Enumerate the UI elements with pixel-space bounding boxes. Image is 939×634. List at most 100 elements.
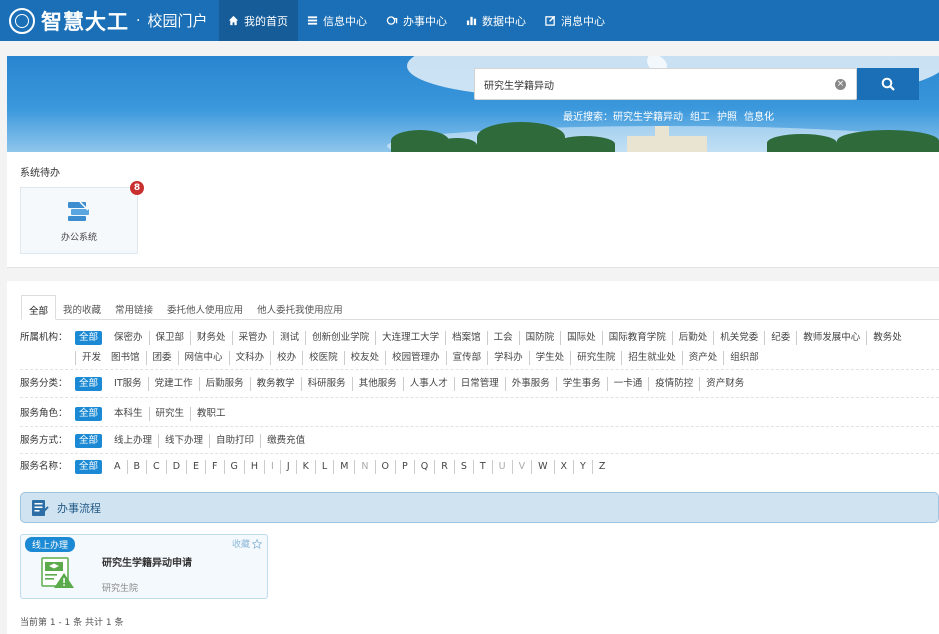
filter-name-option[interactable]: M: [333, 460, 354, 474]
filter-name-option[interactable]: Z: [591, 460, 612, 474]
filter-org-option[interactable]: 测试: [273, 331, 305, 345]
filter-mode-option[interactable]: 自助打印: [209, 434, 260, 448]
recent-search-item[interactable]: 组工: [690, 108, 710, 123]
filter-name-option[interactable]: T: [472, 460, 492, 474]
filter-org-option[interactable]: 大连理工大学: [375, 331, 445, 345]
filter-category-option[interactable]: 日常管理: [453, 377, 505, 391]
filter-org-option[interactable]: 教务处: [866, 331, 908, 345]
filter-org-option[interactable]: 宣传部: [445, 351, 488, 365]
filter-org-option[interactable]: 网信中心: [177, 351, 229, 365]
filter-name-option[interactable]: C: [146, 460, 166, 474]
filter-name-option[interactable]: J: [279, 460, 296, 474]
filter-org-option[interactable]: 图书馆: [107, 351, 146, 365]
filter-org-option[interactable]: 校园管理办: [385, 351, 446, 365]
nav-home[interactable]: 我的首页: [219, 0, 298, 41]
nav-message-center[interactable]: 消息中心: [536, 0, 615, 41]
nav-data-center[interactable]: 数据中心: [457, 0, 536, 41]
filter-org-option[interactable]: 后勤处: [671, 331, 714, 345]
filter-name-option[interactable]: H: [243, 460, 264, 474]
filter-org-option[interactable]: 校办: [270, 351, 302, 365]
logo[interactable]: 智慧大工 · 校园门户: [0, 0, 219, 41]
filter-category-option[interactable]: 学生事务: [555, 377, 607, 391]
filter-mode-option[interactable]: 缴费充值: [260, 434, 311, 448]
nav-info-center[interactable]: 信息中心: [298, 0, 377, 41]
filter-name-option[interactable]: A: [108, 460, 127, 474]
favorite-button[interactable]: 收藏: [232, 537, 262, 550]
filter-org-option[interactable]: 保密办: [108, 331, 149, 345]
filter-name-option[interactable]: R: [434, 460, 454, 474]
filter-name-option[interactable]: I: [264, 460, 280, 474]
filter-name-option[interactable]: 全部: [75, 460, 103, 474]
filter-category-option[interactable]: 资产财务: [699, 377, 750, 391]
filter-org-option[interactable]: 国防院: [518, 331, 561, 345]
filter-org-option[interactable]: 全部: [75, 331, 103, 345]
office-system-card[interactable]: 办公系统 8: [20, 181, 144, 254]
filter-org-option[interactable]: 国际教育学院: [601, 331, 672, 345]
filter-category-option[interactable]: IT服务: [108, 377, 148, 391]
filter-name-option[interactable]: D: [165, 460, 186, 474]
filter-org-option[interactable]: 校医院: [302, 351, 344, 365]
filter-role-option[interactable]: 全部: [75, 407, 103, 421]
filter-category-option[interactable]: 外事服务: [504, 377, 556, 391]
filter-org-option[interactable]: 教师发展中心: [796, 331, 866, 345]
filter-org-option[interactable]: 档案馆: [445, 331, 487, 345]
filter-name-option[interactable]: E: [186, 460, 205, 474]
filter-name-option[interactable]: L: [314, 460, 333, 474]
process-card[interactable]: 线上办理 收藏 研究生学籍异动申请 研究生院: [20, 534, 268, 599]
search-input[interactable]: 研究生学籍异动 ×: [474, 68, 857, 100]
filter-org-option[interactable]: 学生处: [528, 351, 571, 365]
recent-search-item[interactable]: 研究生学籍异动: [613, 108, 683, 123]
filter-name-option[interactable]: O: [374, 460, 395, 474]
filter-org-option[interactable]: 机关党委: [713, 331, 764, 345]
filter-category-option[interactable]: 党建工作: [147, 377, 199, 391]
recent-search-item[interactable]: 信息化: [744, 108, 774, 123]
filter-org-option[interactable]: 财务处: [190, 331, 232, 345]
filter-name-option[interactable]: B: [126, 460, 147, 474]
filter-category-option[interactable]: 教务教学: [249, 377, 301, 391]
filter-org-option[interactable]: 创新创业学院: [305, 331, 375, 345]
tab-my-favorites[interactable]: 我的收藏: [56, 295, 108, 320]
filter-role-option[interactable]: 教职工: [190, 407, 232, 421]
clear-icon[interactable]: ×: [835, 79, 846, 90]
filter-name-option[interactable]: S: [453, 460, 473, 474]
filter-org-option[interactable]: 国际处: [560, 331, 602, 345]
filter-org-option[interactable]: 招生就业处: [621, 351, 682, 365]
filter-name-option[interactable]: N: [354, 460, 374, 474]
filter-org-option[interactable]: 开发: [75, 351, 107, 365]
filter-name-option[interactable]: V: [511, 460, 532, 474]
filter-name-option[interactable]: Q: [413, 460, 434, 474]
filter-org-option[interactable]: 采管办: [231, 331, 274, 345]
filter-org-option[interactable]: 学科办: [487, 351, 529, 365]
filter-name-option[interactable]: F: [205, 460, 223, 474]
recent-search-item[interactable]: 护照: [717, 108, 737, 123]
filter-org-option[interactable]: 组织部: [723, 351, 765, 365]
tab-delegate-to-others[interactable]: 委托他人使用应用: [160, 295, 250, 320]
filter-category-option[interactable]: 疫情防控: [648, 377, 699, 391]
filter-name-option[interactable]: W: [531, 460, 553, 474]
tab-common-links[interactable]: 常用链接: [108, 295, 160, 320]
filter-category-option[interactable]: 人事人才: [402, 377, 454, 391]
filter-name-option[interactable]: P: [394, 460, 414, 474]
filter-role-option[interactable]: 本科生: [108, 407, 149, 421]
search-button[interactable]: [857, 68, 919, 100]
filter-org-option[interactable]: 资产处: [681, 351, 724, 365]
filter-org-option[interactable]: 校友处: [343, 351, 386, 365]
filter-org-option[interactable]: 研究生院: [570, 351, 621, 365]
filter-category-option[interactable]: 科研服务: [300, 377, 352, 391]
filter-org-option[interactable]: 文科办: [228, 351, 271, 365]
filter-mode-option[interactable]: 全部: [75, 434, 103, 448]
filter-category-option[interactable]: 全部: [75, 377, 103, 391]
filter-name-option[interactable]: Y: [573, 460, 592, 474]
filter-org-option[interactable]: 团委: [145, 351, 178, 365]
tab-all[interactable]: 全部: [21, 295, 57, 320]
filter-category-option[interactable]: 其他服务: [351, 377, 403, 391]
filter-name-option[interactable]: X: [553, 460, 574, 474]
nav-service-center[interactable]: 办事中心: [377, 0, 457, 41]
filter-role-option[interactable]: 研究生: [148, 407, 191, 421]
filter-category-option[interactable]: 一卡通: [606, 377, 649, 391]
tab-delegated-by-others[interactable]: 他人委托我使用应用: [250, 295, 350, 320]
filter-mode-option[interactable]: 线下办理: [158, 434, 209, 448]
filter-name-option[interactable]: G: [223, 460, 244, 474]
filter-name-option[interactable]: U: [491, 460, 512, 474]
filter-category-option[interactable]: 后勤服务: [198, 377, 250, 391]
